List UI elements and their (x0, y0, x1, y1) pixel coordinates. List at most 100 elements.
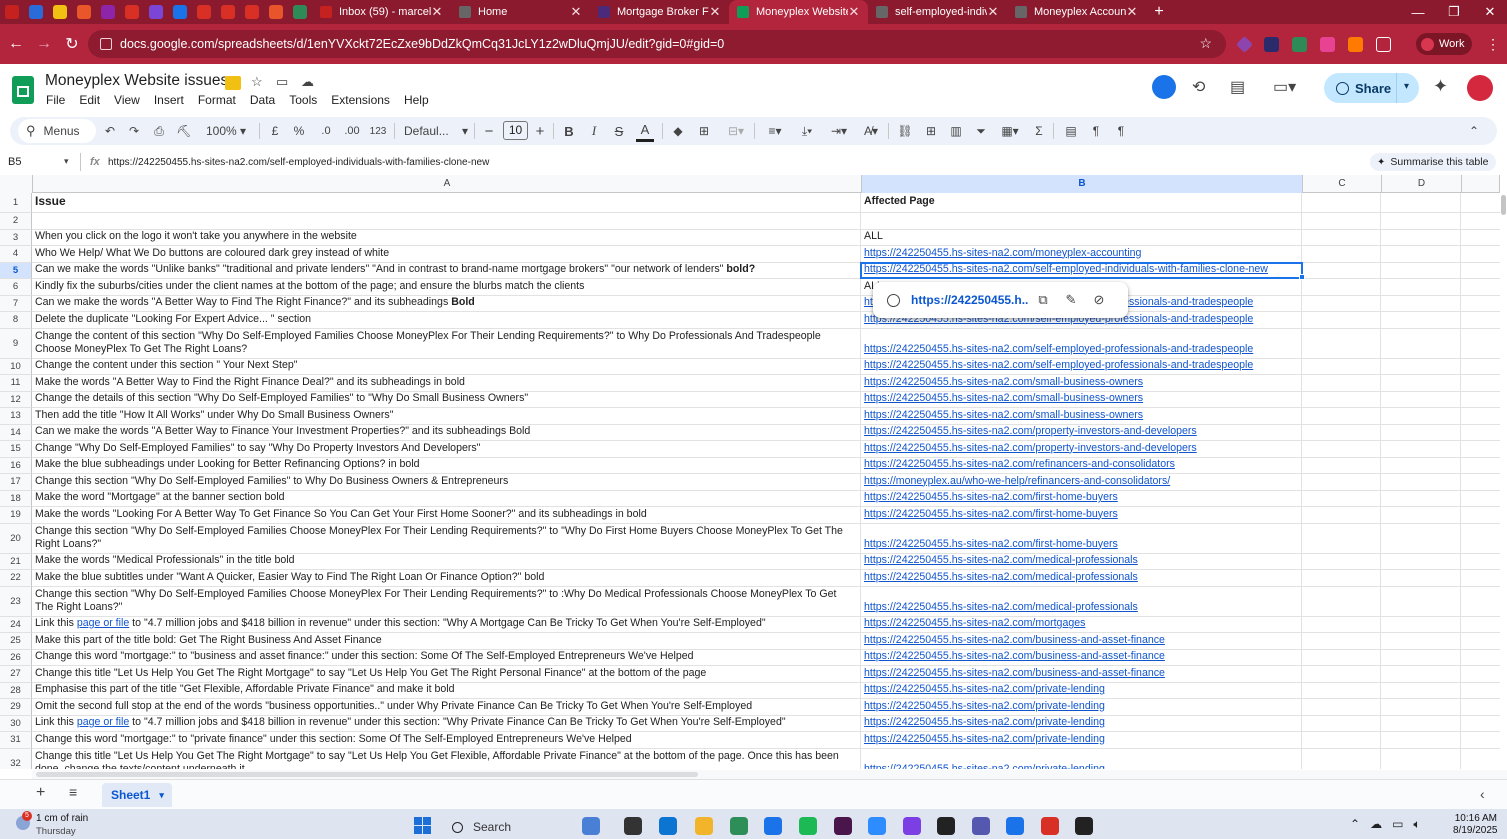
all-sheets-icon[interactable]: ≡ (69, 784, 77, 800)
taskbar-app-icon[interactable] (764, 817, 782, 835)
column-header-c[interactable]: C (1303, 175, 1382, 193)
horizontal-scrollbar[interactable] (32, 770, 1507, 779)
cell-a[interactable]: Then add the title "How It All Works" un… (32, 408, 861, 424)
row-header[interactable]: 21 (0, 553, 32, 570)
cell-c[interactable] (1302, 441, 1381, 457)
pinned-tab[interactable] (264, 0, 288, 24)
pinned-tab[interactable] (120, 0, 144, 24)
cell-c[interactable] (1302, 682, 1381, 698)
cell-c[interactable] (1302, 229, 1381, 245)
cell-c[interactable] (1302, 523, 1381, 553)
cell-b[interactable]: https://242250455.hs-sites-na2.com/priva… (861, 732, 1302, 748)
cell-a[interactable]: Make the blue subtitles under "Want A Qu… (32, 570, 861, 586)
tab-close-icon[interactable]: ✕ (431, 4, 443, 20)
cell-c[interactable] (1302, 193, 1381, 212)
font-select[interactable]: Defaul... ▾ (404, 117, 468, 145)
cell-d[interactable] (1381, 616, 1461, 632)
cell-a[interactable]: Change this word "mortgage:" to "private… (32, 732, 861, 748)
cell-c[interactable] (1302, 732, 1381, 748)
sheet-tab-dropdown-icon[interactable]: ▾ (159, 790, 164, 801)
cell-b[interactable]: https://242250455.hs-sites-na2.com/priva… (861, 748, 1302, 769)
cell-d[interactable] (1381, 295, 1461, 311)
cell-c[interactable] (1302, 213, 1381, 229)
strikethrough-button[interactable]: S (612, 117, 626, 145)
insert-link-icon[interactable]: ⛓ (896, 117, 914, 145)
cell-b[interactable]: https://242250455.hs-sites-na2.com/refin… (861, 457, 1302, 473)
cell-d[interactable] (1381, 490, 1461, 506)
cell-c[interactable] (1302, 474, 1381, 490)
italic-button[interactable]: I (587, 117, 601, 145)
selection-fill-handle[interactable] (1299, 274, 1305, 280)
taskbar-app-icon[interactable] (1006, 817, 1024, 835)
cell-a[interactable]: Change this title "Let Us Help You Get T… (32, 748, 861, 769)
cell-d[interactable] (1381, 633, 1461, 649)
taskbar-app-icon[interactable] (1041, 817, 1059, 835)
extension-icon-2[interactable] (1264, 37, 1279, 52)
cell-a[interactable]: Can we make the words "A Better Way to F… (32, 424, 861, 440)
tab-close-icon[interactable]: ✕ (709, 4, 721, 20)
cell-c[interactable] (1302, 633, 1381, 649)
sheets-logo-icon[interactable] (12, 76, 34, 104)
cell-c[interactable] (1302, 391, 1381, 407)
spreadsheet-grid[interactable]: ABCD 1 2 3 4 5 6 7 8 9 10 11 12 13 14 15 16 17 18 19 20 21 22… (0, 175, 1500, 769)
cell-c[interactable] (1302, 507, 1381, 523)
cell-b[interactable]: https://242250455.hs-sites-na2.com/busin… (861, 649, 1302, 665)
cell-d[interactable] (1381, 748, 1461, 769)
paint-format-icon[interactable]: ⛏ (175, 117, 193, 145)
row-header[interactable]: 20 (0, 523, 32, 554)
row-header[interactable]: 27 (0, 666, 32, 683)
pinned-tab[interactable] (96, 0, 120, 24)
cell-b[interactable]: https://242250455.hs-sites-na2.com/small… (861, 408, 1302, 424)
taskbar-app-icon[interactable] (937, 817, 955, 835)
browser-tab[interactable]: self-employed-indiv ✕ (868, 0, 1007, 24)
badge-icon[interactable] (225, 76, 241, 90)
cell-a[interactable]: Make the words "Medical Professionals" i… (32, 553, 861, 569)
app-script-icon[interactable] (1152, 75, 1176, 99)
cell-d[interactable] (1381, 474, 1461, 490)
taskbar-app-icon[interactable] (695, 817, 713, 835)
extension-icon-3[interactable] (1292, 37, 1307, 52)
row-header[interactable]: 25 (0, 633, 32, 650)
menu-tools[interactable]: Tools (289, 93, 324, 107)
row-header[interactable]: 31 (0, 732, 32, 749)
row-header[interactable]: 28 (0, 682, 32, 699)
row-header[interactable]: 22 (0, 570, 32, 587)
cell-b[interactable]: https://242250455.hs-sites-na2.com/medic… (861, 586, 1302, 616)
cell-b[interactable]: https://242250455.hs-sites-na2.com/priva… (861, 715, 1302, 731)
merge-cells-icon[interactable]: ⊟▾ (722, 117, 750, 145)
cell-c[interactable] (1302, 408, 1381, 424)
cell-c[interactable] (1302, 616, 1381, 632)
row-header[interactable]: 23 (0, 586, 32, 617)
cell-b[interactable]: https://242250455.hs-sites-na2.com/small… (861, 391, 1302, 407)
cell-a[interactable]: Issue (32, 193, 861, 212)
cell-a[interactable]: Change this section "Why Do Self-Employe… (32, 586, 861, 616)
pinned-tab[interactable] (288, 0, 312, 24)
side-panel-toggle-icon[interactable]: ‹ (1480, 786, 1485, 802)
cell-d[interactable] (1381, 328, 1461, 358)
maximize-button[interactable]: ❐ (1436, 0, 1472, 24)
cell-b[interactable]: https://242250455.hs-sites-na2.com/first… (861, 507, 1302, 523)
cell-d[interactable] (1381, 213, 1461, 229)
row-header[interactable]: 16 (0, 457, 32, 474)
borders-icon[interactable]: ⊞ (696, 117, 712, 145)
cell-c[interactable] (1302, 570, 1381, 586)
cell-a[interactable]: Can we make the words "Unlike banks" "tr… (32, 262, 861, 278)
cell-d[interactable] (1381, 666, 1461, 682)
tab-close-icon[interactable]: ✕ (570, 4, 582, 20)
taskbar-search[interactable]: Search (446, 816, 566, 838)
cell-a[interactable]: Change the content of this section "Why … (32, 328, 861, 358)
cell-a[interactable]: Omit the second full stop at the end of … (32, 699, 861, 715)
pinned-tab[interactable] (24, 0, 48, 24)
cell-b[interactable] (861, 213, 1302, 229)
text-rotation-icon[interactable]: A̸▾ (858, 117, 884, 145)
inline-link[interactable]: page or file (77, 716, 129, 728)
cell-c[interactable] (1302, 490, 1381, 506)
cell-b[interactable]: https://242250455.hs-sites-na2.com/prope… (861, 424, 1302, 440)
cell-d[interactable] (1381, 408, 1461, 424)
cell-b[interactable]: https://242250455.hs-sites-na2.com/priva… (861, 699, 1302, 715)
row-header[interactable]: 15 (0, 441, 32, 458)
row-header[interactable]: 6 (0, 279, 32, 296)
cell-a[interactable]: Change this word "mortgage:" to "busines… (32, 649, 861, 665)
cell-c[interactable] (1302, 375, 1381, 391)
cell-b[interactable]: https://242250455.hs-sites-na2.com/self-… (861, 328, 1302, 358)
